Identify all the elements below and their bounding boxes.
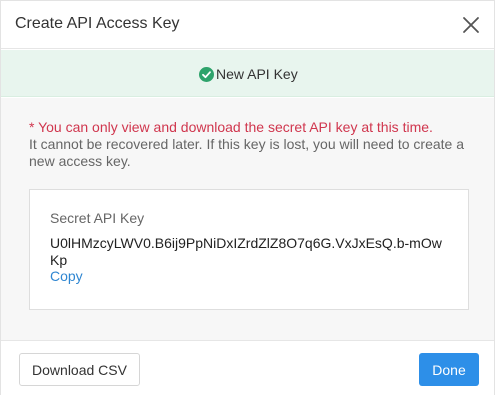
check-circle-icon	[199, 66, 214, 82]
create-api-key-dialog: Create API Access Key New API Key * You …	[0, 0, 495, 395]
banner-text: New API Key	[216, 66, 298, 82]
success-banner: New API Key	[1, 50, 494, 97]
dialog-footer: Download CSV Done	[1, 340, 494, 395]
info-text: It cannot be recovered later. If this ke…	[29, 136, 465, 169]
download-csv-button[interactable]: Download CSV	[19, 353, 140, 386]
warning-text: * You can only view and download the sec…	[29, 119, 433, 135]
close-icon[interactable]	[461, 15, 481, 35]
done-button[interactable]: Done	[419, 353, 479, 386]
secret-key-card: Secret API Key U0lHMzcyLWV0.B6ij9PpNiDxI…	[29, 189, 469, 310]
secret-key-label: Secret API Key	[50, 210, 145, 226]
secret-key-value: U0lHMzcyLWV0.B6ij9PpNiDxIZrdZlZ8O7q6G.Vx…	[50, 235, 442, 268]
dialog-title: Create API Access Key	[15, 15, 180, 32]
copy-link[interactable]: Copy	[50, 268, 83, 284]
dialog-header: Create API Access Key	[1, 1, 494, 49]
dialog-body: * You can only view and download the sec…	[1, 98, 494, 340]
